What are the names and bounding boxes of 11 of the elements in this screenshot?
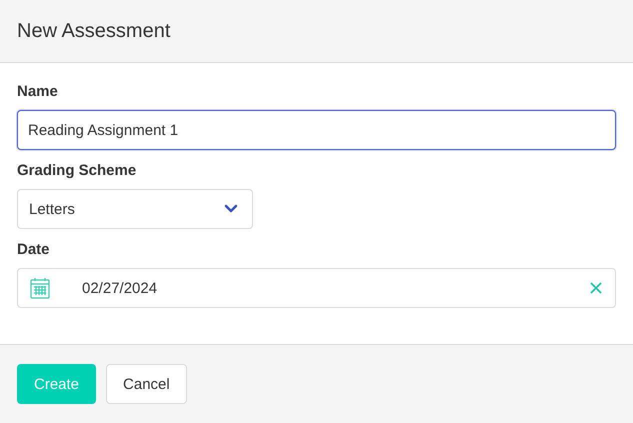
field-label: Name xyxy=(17,83,59,100)
cancel-button[interactable]: Cancel xyxy=(106,364,187,404)
calendar-icon xyxy=(30,277,50,299)
grading-select[interactable]: Letters xyxy=(17,189,253,229)
clear-icon[interactable] xyxy=(589,281,603,295)
date-field[interactable]: 02/27/2024 xyxy=(17,268,616,308)
field-label: Date xyxy=(17,241,51,258)
field-label: Grading Scheme xyxy=(17,162,138,179)
name-input[interactable]: Reading Assignment 1 xyxy=(17,110,616,150)
dialog-title: New Assessment xyxy=(17,20,170,42)
chevron-down-icon xyxy=(224,204,238,214)
